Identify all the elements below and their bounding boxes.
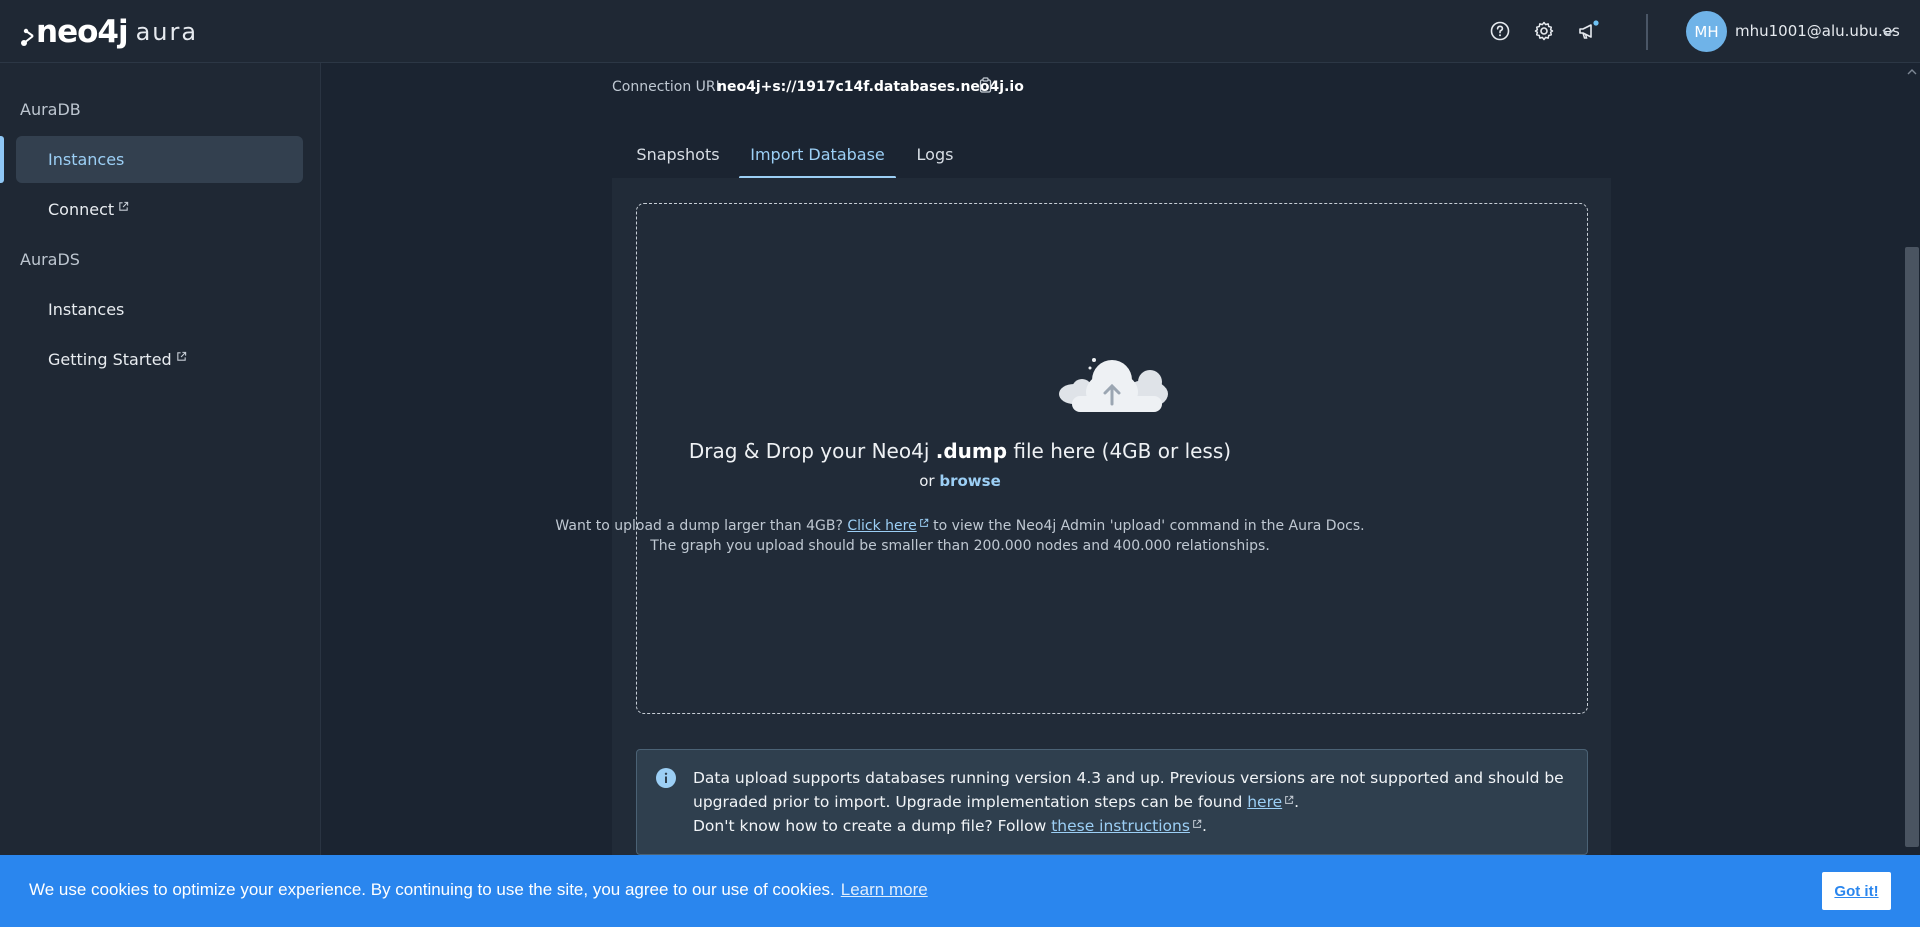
info-line1: Data upload supports databases running v… xyxy=(693,769,1564,811)
chevron-down-icon[interactable] xyxy=(1880,24,1896,40)
settings-icon[interactable] xyxy=(1533,20,1555,42)
sidebar-section-aurads: AuraDS xyxy=(20,250,80,269)
logo-wordmark: neo4j xyxy=(36,14,129,50)
upgrade-here-link[interactable]: here xyxy=(1247,793,1282,811)
neo4j-aura-logo[interactable]: neo4j aura xyxy=(21,14,199,50)
sidebar-item-getting-started[interactable]: Getting Started xyxy=(16,336,303,383)
accept-cookies-button[interactable]: Got it! xyxy=(1822,872,1891,910)
external-link-icon xyxy=(1285,795,1294,804)
sidebar-item-auradb-instances[interactable]: Instances xyxy=(16,136,303,183)
click-here-link[interactable]: Click here xyxy=(847,518,916,534)
scroll-up-arrow-icon[interactable] xyxy=(1905,66,1919,78)
avatar[interactable]: MH xyxy=(1686,11,1727,52)
logo-graph-icon xyxy=(21,28,34,46)
info-line2: Don't know how to create a dump file? Fo… xyxy=(693,817,1052,835)
dropzone-title: Drag & Drop your Neo4j .dump file here (… xyxy=(0,439,1920,463)
external-link-icon xyxy=(176,351,186,361)
scrollbar-thumb[interactable] xyxy=(1905,247,1919,847)
or-text: or xyxy=(919,472,940,490)
dropzone-title-prefix: Drag & Drop your Neo4j xyxy=(688,439,936,463)
info-icon xyxy=(656,768,676,788)
dropzone-title-suffix: file here (4GB or less) xyxy=(1007,439,1232,463)
user-email[interactable]: mhu1001@alu.ubu.es xyxy=(1735,22,1900,40)
browse-link[interactable]: browse xyxy=(939,472,1000,490)
help-suffix: to view the Neo4j Admin 'upload' command… xyxy=(928,518,1365,534)
cookie-banner: We use cookies to optimize your experien… xyxy=(0,855,1920,927)
external-link-icon xyxy=(119,201,129,211)
graph-size-limit: The graph you upload should be smaller t… xyxy=(650,538,1270,554)
external-link-icon xyxy=(1193,819,1202,828)
cloud-upload-icon xyxy=(1059,358,1168,412)
sidebar-item-label: Instances xyxy=(48,150,125,169)
tab-import-database[interactable]: Import Database xyxy=(739,130,896,179)
external-link-icon xyxy=(919,518,928,527)
logo-aura-text: aura xyxy=(135,18,199,46)
dump-extension: .dump xyxy=(935,439,1008,463)
sidebar-item-aurads-instances[interactable]: Instances xyxy=(16,286,303,333)
sidebar-item-label: Connect xyxy=(48,200,115,219)
sidebar-item-connect[interactable]: Connect xyxy=(16,186,303,233)
sidebar-item-label: Instances xyxy=(48,300,125,319)
announcements-icon[interactable] xyxy=(1577,20,1599,42)
top-header: neo4j aura MH mhu1001@alu.ubu.es xyxy=(0,0,1920,63)
learn-more-link[interactable]: Learn more xyxy=(841,880,928,899)
cookie-message: We use cookies to optimize your experien… xyxy=(29,880,928,900)
sidebar-section-auradb: AuraDB xyxy=(20,100,81,119)
help-icon[interactable] xyxy=(1489,20,1511,42)
large-dump-help: Want to upload a dump larger than 4GB? C… xyxy=(0,518,1920,534)
active-indicator xyxy=(0,136,4,183)
or-browse-line: or browse xyxy=(0,472,1920,490)
help-prefix: Want to upload a dump larger than 4GB? xyxy=(555,518,848,534)
these-instructions-link[interactable]: these instructions xyxy=(1051,817,1190,835)
tab-logs[interactable]: Logs xyxy=(909,130,961,178)
info-text: Data upload supports databases running v… xyxy=(693,769,1564,835)
connection-uri-label: Connection URI xyxy=(612,79,720,95)
sidebar-item-label: Getting Started xyxy=(48,350,172,369)
copy-icon[interactable] xyxy=(978,77,993,93)
info-banner: Data upload supports databases running v… xyxy=(636,749,1588,855)
tab-snapshots[interactable]: Snapshots xyxy=(616,130,740,178)
header-divider xyxy=(1646,14,1648,50)
cookie-text: We use cookies to optimize your experien… xyxy=(29,880,835,899)
tab-bar: Snapshots Import Database Logs xyxy=(612,130,1611,179)
